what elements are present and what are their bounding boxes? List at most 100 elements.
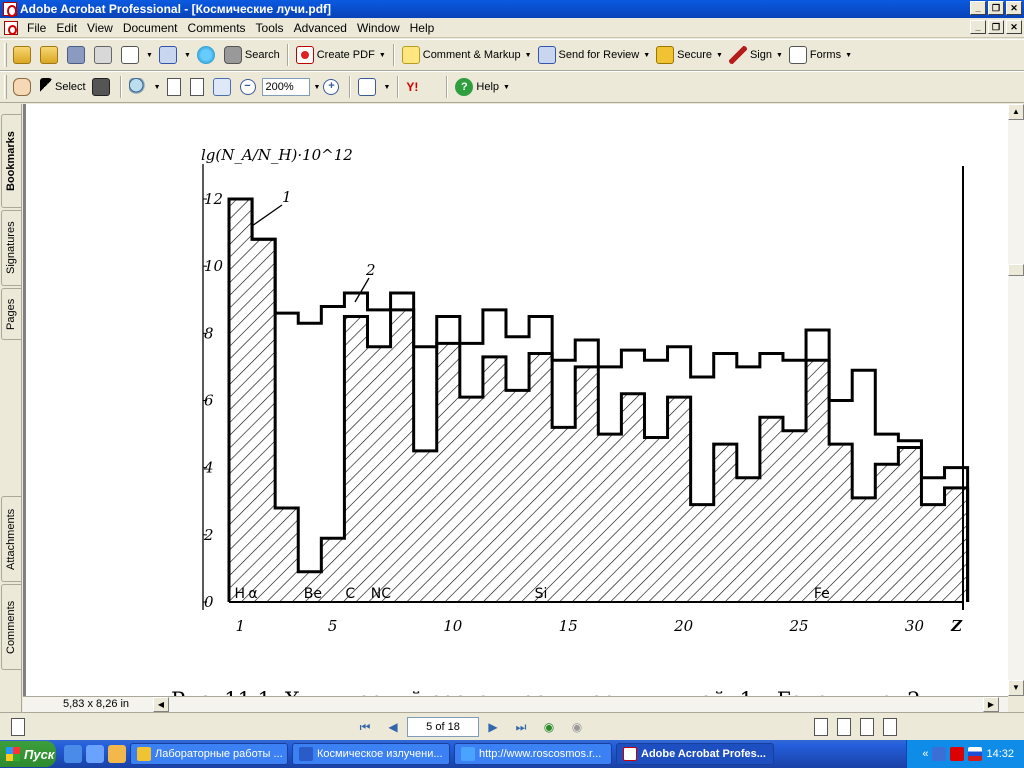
ie-icon: [461, 747, 475, 761]
menu-comments[interactable]: Comments: [183, 19, 251, 37]
email-button[interactable]: [194, 43, 221, 67]
facing-button[interactable]: [857, 715, 880, 739]
continuous-icon: [837, 717, 851, 736]
select-tool-button[interactable]: Select: [37, 75, 89, 99]
send-review-button[interactable]: Send for Review ▼: [535, 43, 654, 67]
last-page-button[interactable]: ⏭: [511, 717, 531, 737]
y-axis-label: lg(N_A/N_H)·10^12: [201, 146, 353, 164]
scroll-thumb[interactable]: [1008, 264, 1024, 276]
series-1-hatch-bar: [275, 507, 299, 602]
desktop-quicklaunch-icon[interactable]: [86, 745, 104, 763]
send-review-label: Send for Review: [558, 49, 640, 61]
document-icon[interactable]: [4, 20, 18, 35]
fit-page-button[interactable]: [187, 75, 210, 99]
document-caption: Рис. 11.1: Химический состав космических…: [171, 688, 921, 696]
folder-icon: [137, 747, 151, 761]
create-from-button[interactable]: ▼: [118, 43, 156, 67]
clock[interactable]: 14:32: [986, 748, 1014, 760]
print-button[interactable]: [91, 43, 118, 67]
help-button[interactable]: ? Help ▼: [452, 75, 513, 99]
zoom-tool-button[interactable]: ▼: [126, 75, 164, 99]
minimize-button[interactable]: _: [970, 1, 986, 15]
sign-button[interactable]: Sign ▼: [726, 43, 786, 67]
first-page-button[interactable]: ⏮: [355, 717, 375, 737]
x-tick-label: Z: [950, 617, 963, 635]
task-folder[interactable]: Лабораторные работы ...: [130, 743, 288, 765]
scroll-right-button[interactable]: ▶: [983, 697, 999, 712]
page-number-field[interactable]: 5 of 18: [407, 716, 479, 737]
horizontal-scrollbar[interactable]: 5,83 x 8,26 in ◀ ▶: [23, 696, 1008, 712]
attach-button[interactable]: ▼: [156, 43, 194, 67]
menu-window[interactable]: Window: [352, 19, 405, 37]
series-1-hatch-bar: [829, 444, 853, 602]
panel-toggle-button[interactable]: [8, 715, 31, 739]
toolbar-grip[interactable]: [4, 43, 7, 67]
single-page-button[interactable]: [811, 715, 834, 739]
title-bar: Adobe Acrobat Professional - [Космически…: [0, 0, 1024, 18]
series-1-hatch-bar: [459, 397, 483, 602]
previous-page-button[interactable]: ◀: [383, 717, 403, 737]
tab-attachments[interactable]: Attachments: [1, 496, 21, 582]
next-view-button[interactable]: ◉: [567, 717, 587, 737]
close-button[interactable]: ✕: [1006, 1, 1022, 15]
tab-signatures[interactable]: Signatures: [1, 210, 21, 286]
toolbar-separator: [392, 44, 395, 66]
toolbar-grip[interactable]: [4, 75, 7, 99]
menu-file[interactable]: File: [22, 19, 51, 37]
zoom-out-button[interactable]: −: [237, 75, 262, 99]
ie-quicklaunch-icon[interactable]: [64, 745, 82, 763]
doc-minimize-button[interactable]: _: [970, 20, 986, 34]
task-browser[interactable]: http://www.roscosmos.r...: [454, 743, 612, 765]
explorer-quicklaunch-icon[interactable]: [108, 745, 126, 763]
vertical-scrollbar[interactable]: ▲ ▼: [1008, 104, 1024, 696]
snapshot-tool-button[interactable]: [89, 75, 116, 99]
secure-button[interactable]: Secure ▼: [653, 43, 726, 67]
doc-close-button[interactable]: ✕: [1006, 20, 1022, 34]
previous-view-button[interactable]: ◉: [539, 717, 559, 737]
tab-bookmarks[interactable]: Bookmarks: [1, 114, 21, 208]
language-flag-icon[interactable]: [968, 747, 983, 761]
forms-button[interactable]: Forms ▼: [786, 43, 855, 67]
save-button[interactable]: [64, 43, 91, 67]
menu-document[interactable]: Document: [118, 19, 183, 37]
search-button[interactable]: Search: [221, 43, 283, 67]
menu-help[interactable]: Help: [405, 19, 440, 37]
continuous-button[interactable]: [834, 715, 857, 739]
windows-flag-icon: [6, 747, 20, 761]
organizer-button[interactable]: [37, 43, 64, 67]
comment-markup-button[interactable]: Comment & Markup ▼: [399, 43, 535, 67]
zoom-dropdown-arrow[interactable]: ▼: [314, 84, 321, 91]
scroll-left-button[interactable]: ◀: [153, 697, 169, 712]
continuous-facing-button[interactable]: [880, 715, 903, 739]
create-pdf-button[interactable]: Create PDF ▼: [293, 43, 389, 67]
menu-view[interactable]: View: [82, 19, 118, 37]
hand-tool-button[interactable]: [10, 75, 37, 99]
word-icon: [299, 747, 313, 761]
menu-advanced[interactable]: Advanced: [289, 19, 352, 37]
scroll-up-button[interactable]: ▲: [1008, 104, 1024, 120]
network-icon[interactable]: [932, 747, 947, 761]
yahoo-toolbar-button[interactable]: Y!: [403, 75, 442, 99]
printer-icon: [94, 46, 112, 64]
doc-restore-button[interactable]: ❐: [988, 20, 1004, 34]
tab-comments[interactable]: Comments: [1, 584, 21, 670]
open-button[interactable]: [10, 43, 37, 67]
start-button[interactable]: Пуск: [0, 741, 56, 767]
antivirus-icon[interactable]: [950, 747, 965, 761]
restore-button[interactable]: ❐: [988, 1, 1004, 15]
menu-tools[interactable]: Tools: [251, 19, 289, 37]
fit-width-button[interactable]: [210, 75, 237, 99]
document-viewport[interactable]: lg(N_A/N_H)·10^12 0 2 4 6 8 10 12 1 5 10 15 20 25 30 Z…: [23, 104, 1008, 696]
zoom-in-button[interactable]: +: [320, 75, 345, 99]
menu-edit[interactable]: Edit: [51, 19, 82, 37]
task-acrobat[interactable]: Adobe Acrobat Profes...: [616, 743, 774, 765]
tab-pages[interactable]: Pages: [1, 288, 21, 340]
next-page-button[interactable]: ▶: [483, 717, 503, 737]
rotate-button[interactable]: ▼: [355, 75, 393, 99]
task-label: http://www.roscosmos.r...: [479, 748, 602, 760]
task-word[interactable]: Космическое излучени...: [292, 743, 450, 765]
actual-size-button[interactable]: [164, 75, 187, 99]
tray-expand-icon[interactable]: «: [922, 748, 928, 760]
scroll-down-button[interactable]: ▼: [1008, 680, 1024, 696]
zoom-level-field[interactable]: 200%: [261, 78, 310, 96]
